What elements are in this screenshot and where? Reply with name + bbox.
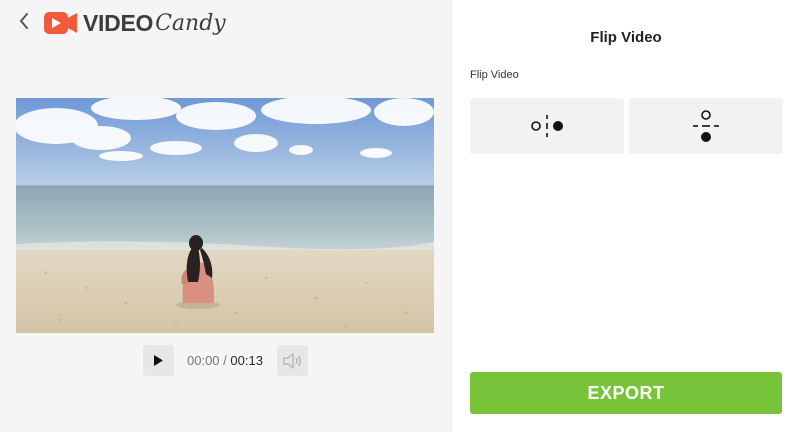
export-button[interactable]: EXPORT [470,372,782,414]
editor-preview-pane: VIDEO Candy 00:00 / 00:13 [0,0,451,432]
logo-word-video: VIDEO [83,9,154,36]
play-button[interactable] [143,345,174,376]
flip-horizontal-icon [531,115,563,137]
panel-title: Flip Video [590,29,662,46]
flip-vertical-button[interactable] [629,98,783,154]
player-controls: 00:00 / 00:13 [143,345,308,376]
chevron-left-icon [20,13,28,29]
video-preview[interactable] [16,98,434,333]
logo-word-candy: Candy [155,10,226,36]
flip-vertical-icon [693,110,719,142]
settings-panel: Flip Video Flip Video EXPORT [452,0,800,432]
volume-button[interactable] [276,345,308,376]
current-time: 00:00 [187,353,220,368]
flip-horizontal-button[interactable] [470,98,624,154]
camera-logo-icon [44,12,77,34]
time-separator: / [219,353,231,368]
total-time: 00:13 [230,353,263,368]
time-display: 00:00 / 00:13 [187,353,263,368]
volume-muted-icon [283,352,302,369]
play-icon [154,355,163,366]
videocandy-logo[interactable]: VIDEO Candy [44,8,226,38]
back-button[interactable] [14,10,34,32]
video-frame [16,98,434,333]
flip-section-label: Flip Video [470,69,519,81]
